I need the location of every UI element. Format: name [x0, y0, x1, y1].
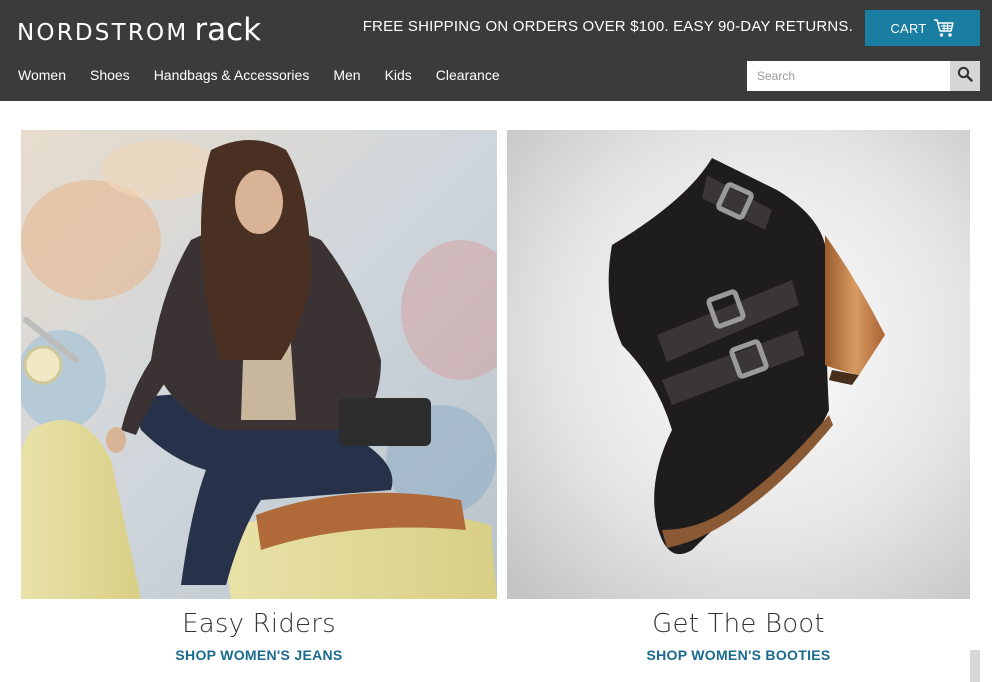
nav-item-kids[interactable]: Kids [385, 67, 412, 83]
nav-item-clearance[interactable]: Clearance [436, 67, 500, 83]
cart-button[interactable]: CART [865, 10, 980, 46]
nav-item-shoes[interactable]: Shoes [90, 67, 130, 83]
nav-item-men[interactable]: Men [333, 67, 360, 83]
nav-item-handbags-accessories[interactable]: Handbags & Accessories [154, 67, 310, 83]
shopping-cart-icon [933, 18, 955, 38]
shop-womens-jeans-link[interactable]: SHOP WOMEN'S JEANS [21, 647, 497, 663]
promo-banner: FREE SHIPPING ON ORDERS OVER $100. EASY … [362, 18, 853, 35]
site-header: NORDSTROM rack FREE SHIPPING ON ORDERS O… [0, 0, 992, 101]
search-box [747, 61, 980, 91]
scrollbar-thumb[interactable] [970, 650, 980, 682]
nav-item-women[interactable]: Women [18, 67, 66, 83]
promo-image-woman-on-scooter[interactable] [21, 130, 497, 599]
nordstrom-rack-logo[interactable]: NORDSTROM rack [17, 12, 262, 48]
promo-image-ankle-bootie[interactable] [507, 130, 970, 599]
cart-label: CART [890, 20, 927, 36]
promo-tile-get-the-boot: Get The Boot SHOP WOMEN'S BOOTIES [507, 130, 970, 663]
logo-wordmark-nordstrom: NORDSTROM [17, 20, 189, 46]
promo-tile-easy-riders: Easy Riders SHOP WOMEN'S JEANS [21, 130, 497, 663]
tile-title: Get The Boot [652, 609, 825, 639]
search-button[interactable] [950, 61, 980, 91]
search-input[interactable] [747, 61, 950, 91]
tile-title: Easy Riders [182, 609, 336, 639]
main-nav: Women Shoes Handbags & Accessories Men K… [18, 67, 524, 83]
search-icon [957, 66, 973, 87]
logo-wordmark-rack: rack [194, 12, 262, 48]
shop-womens-booties-link[interactable]: SHOP WOMEN'S BOOTIES [507, 647, 970, 663]
